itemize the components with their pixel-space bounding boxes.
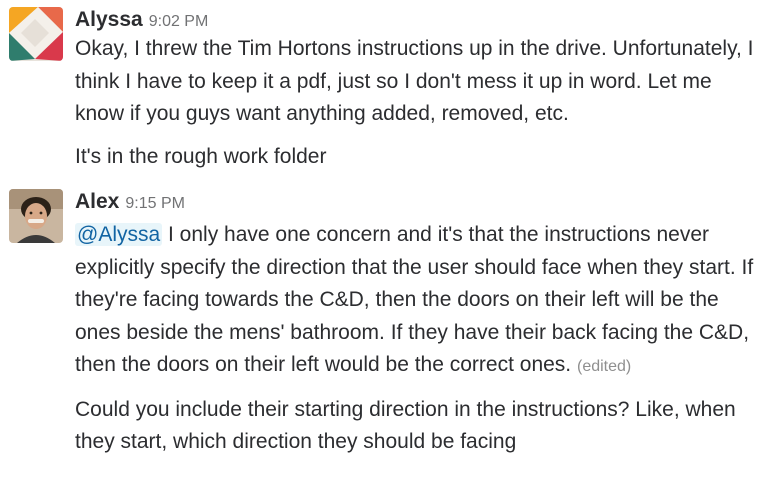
avatar[interactable] xyxy=(9,7,63,61)
message-text: @Alyssa I only have one concern and it's… xyxy=(75,219,760,384)
timestamp[interactable]: 9:15 PM xyxy=(125,195,185,212)
avatar[interactable] xyxy=(9,189,63,243)
message-text: It's in the rough work folder xyxy=(75,144,327,168)
edited-label: (edited) xyxy=(576,358,632,375)
alyssa-avatar-icon xyxy=(9,7,63,61)
timestamp[interactable]: 9:02 PM xyxy=(149,13,209,30)
alex-avatar-icon xyxy=(9,189,63,243)
author-name[interactable]: Alyssa xyxy=(75,8,143,31)
message-text-body: I only have one concern and it's that th… xyxy=(75,223,754,376)
author-name[interactable]: Alex xyxy=(75,190,119,213)
message-text: Okay, I threw the Tim Hortons instructio… xyxy=(75,37,754,125)
user-mention[interactable]: @Alyssa xyxy=(75,223,163,246)
message-text: Could you include their starting directi… xyxy=(75,397,736,454)
